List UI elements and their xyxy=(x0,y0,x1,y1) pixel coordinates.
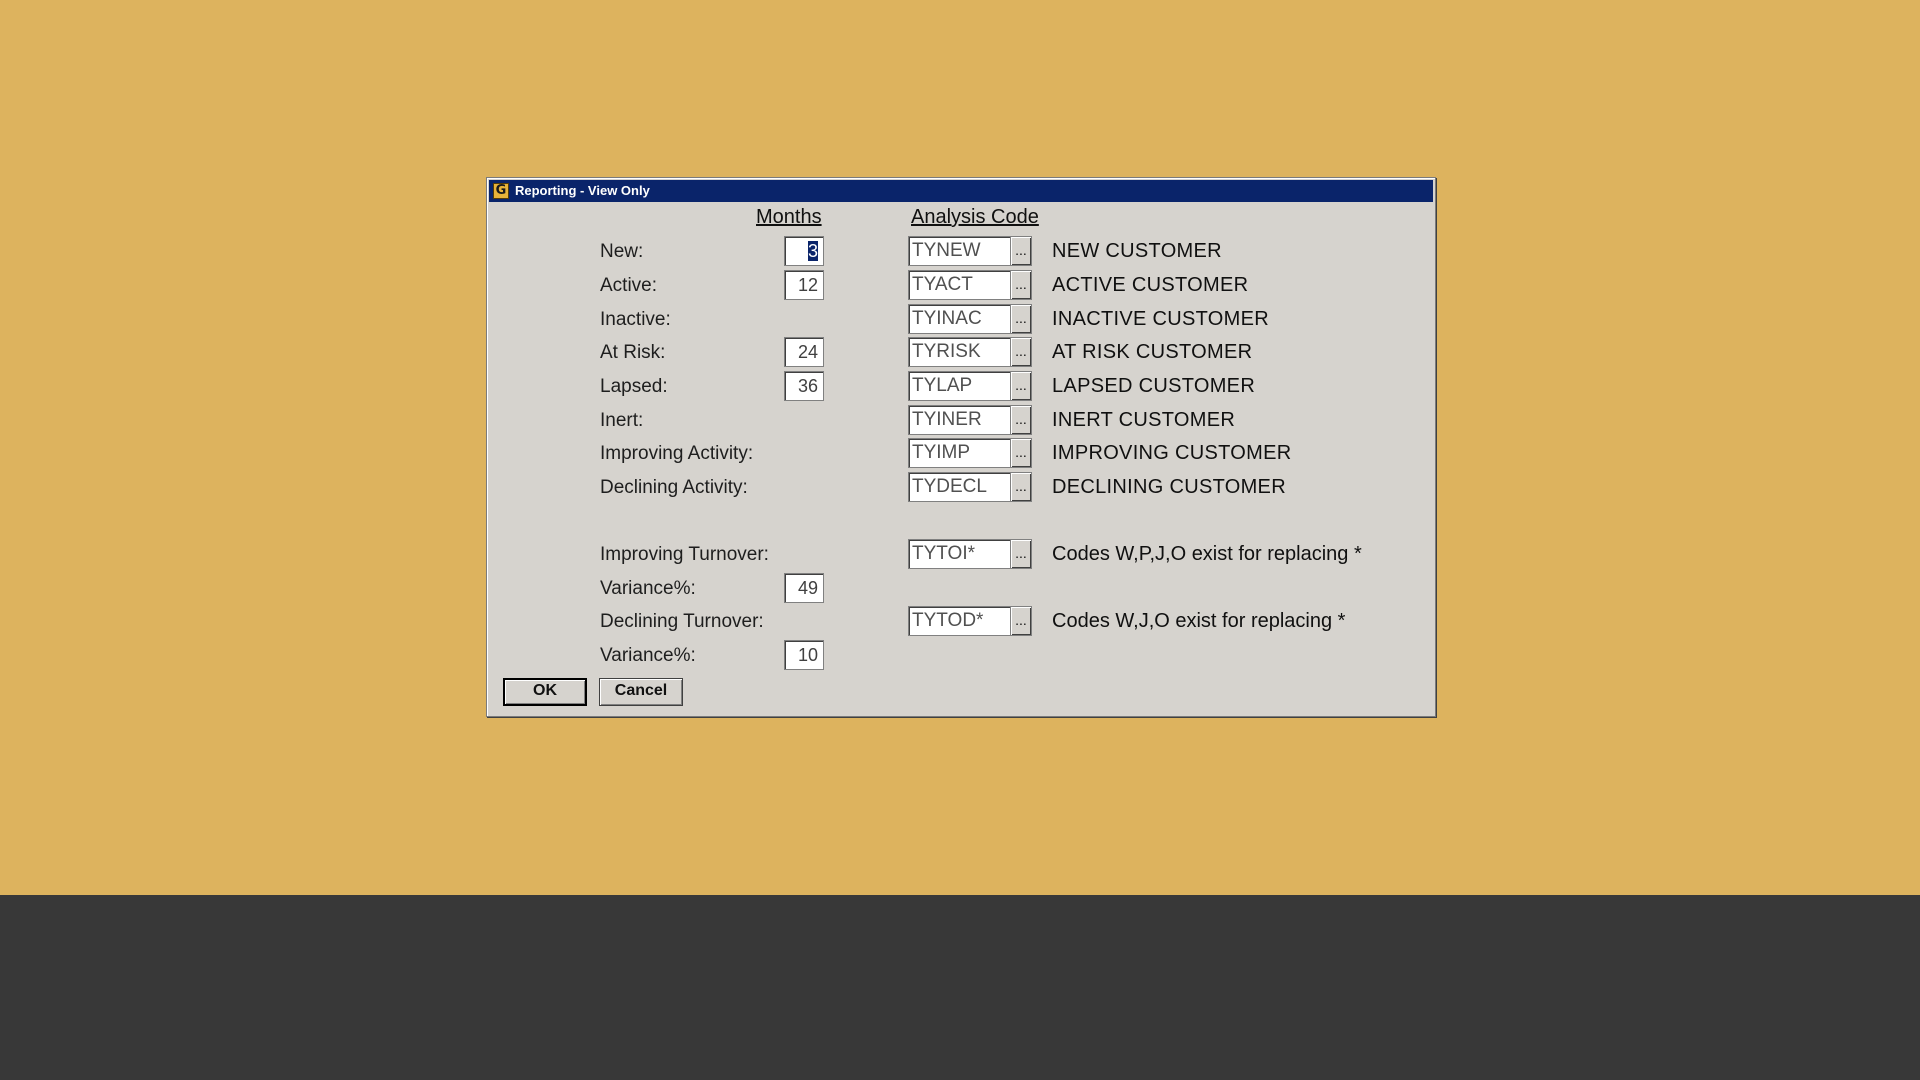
improving-variance-field[interactable]: 49 xyxy=(784,573,824,603)
new-description: NEW CUSTOMER xyxy=(1052,240,1222,262)
lapsed-code-field[interactable]: TYLAP xyxy=(908,371,1011,401)
title-bar[interactable]: G Reporting - View Only xyxy=(489,180,1433,202)
declining-activity-label: Declining Activity: xyxy=(600,477,748,498)
inactive-code-field[interactable]: TYINAC xyxy=(908,304,1011,334)
new-browse-button[interactable]: ... xyxy=(1010,236,1032,266)
improving-turnover-browse-button[interactable]: ... xyxy=(1010,539,1032,569)
lapsed-label: Lapsed: xyxy=(600,376,668,397)
new-months-value: 3 xyxy=(807,241,818,261)
improving-turnover-note: Codes W,P,J,O exist for replacing * xyxy=(1052,543,1362,565)
cancel-button[interactable]: Cancel xyxy=(599,678,683,706)
inactive-description: INACTIVE CUSTOMER xyxy=(1052,308,1269,330)
at-risk-months-field[interactable]: 24 xyxy=(784,337,824,367)
lapsed-browse-button[interactable]: ... xyxy=(1010,371,1032,401)
improving-activity-code-field[interactable]: TYIMP xyxy=(908,438,1011,468)
lapsed-months-field[interactable]: 36 xyxy=(784,371,824,401)
declining-activity-code-field[interactable]: TYDECL xyxy=(908,472,1011,502)
declining-variance-field[interactable]: 10 xyxy=(784,640,824,670)
improving-activity-label: Improving Activity: xyxy=(600,443,754,464)
reporting-dialog: G Reporting - View Only Months Analysis … xyxy=(486,177,1436,717)
active-months-field[interactable]: 12 xyxy=(784,270,824,300)
inert-label: Inert: xyxy=(600,410,644,431)
at-risk-description: AT RISK CUSTOMER xyxy=(1052,341,1253,363)
improving-turnover-code-field[interactable]: TYTOI* xyxy=(908,539,1011,569)
declining-activity-browse-button[interactable]: ... xyxy=(1010,472,1032,502)
taskbar-area xyxy=(0,895,1920,1080)
at-risk-code-field[interactable]: TYRISK xyxy=(908,337,1011,367)
declining-turnover-note: Codes W,J,O exist for replacing * xyxy=(1052,610,1346,632)
declining-turnover-label: Declining Turnover: xyxy=(600,611,764,632)
window-title: Reporting - View Only xyxy=(515,183,650,198)
active-code-field[interactable]: TYACT xyxy=(908,270,1011,300)
declining-turnover-browse-button[interactable]: ... xyxy=(1010,606,1032,636)
months-header: Months xyxy=(756,206,822,228)
inert-browse-button[interactable]: ... xyxy=(1010,405,1032,435)
inert-code-field[interactable]: TYINER xyxy=(908,405,1011,435)
inactive-browse-button[interactable]: ... xyxy=(1010,304,1032,334)
improving-variance-label: Variance%: xyxy=(600,578,696,599)
new-label: New: xyxy=(600,241,644,262)
active-browse-button[interactable]: ... xyxy=(1010,270,1032,300)
analysis-code-header: Analysis Code xyxy=(911,206,1039,228)
improving-turnover-label: Improving Turnover: xyxy=(600,544,769,565)
inactive-label: Inactive: xyxy=(600,309,671,330)
ok-button[interactable]: OK xyxy=(503,678,587,706)
new-code-field[interactable]: TYNEW xyxy=(908,236,1011,266)
improving-activity-description: IMPROVING CUSTOMER xyxy=(1052,442,1292,464)
new-months-field[interactable]: 3 xyxy=(784,236,824,266)
active-label: Active: xyxy=(600,275,658,296)
at-risk-label: At Risk: xyxy=(600,342,666,363)
declining-variance-label: Variance%: xyxy=(600,645,696,666)
declining-turnover-code-field[interactable]: TYTOD* xyxy=(908,606,1011,636)
at-risk-browse-button[interactable]: ... xyxy=(1010,337,1032,367)
improving-activity-browse-button[interactable]: ... xyxy=(1010,438,1032,468)
lapsed-description: LAPSED CUSTOMER xyxy=(1052,375,1256,397)
app-g-icon: G xyxy=(493,183,509,199)
declining-activity-description: DECLINING CUSTOMER xyxy=(1052,476,1286,498)
active-description: ACTIVE CUSTOMER xyxy=(1052,274,1249,296)
inert-description: INERT CUSTOMER xyxy=(1052,409,1236,431)
